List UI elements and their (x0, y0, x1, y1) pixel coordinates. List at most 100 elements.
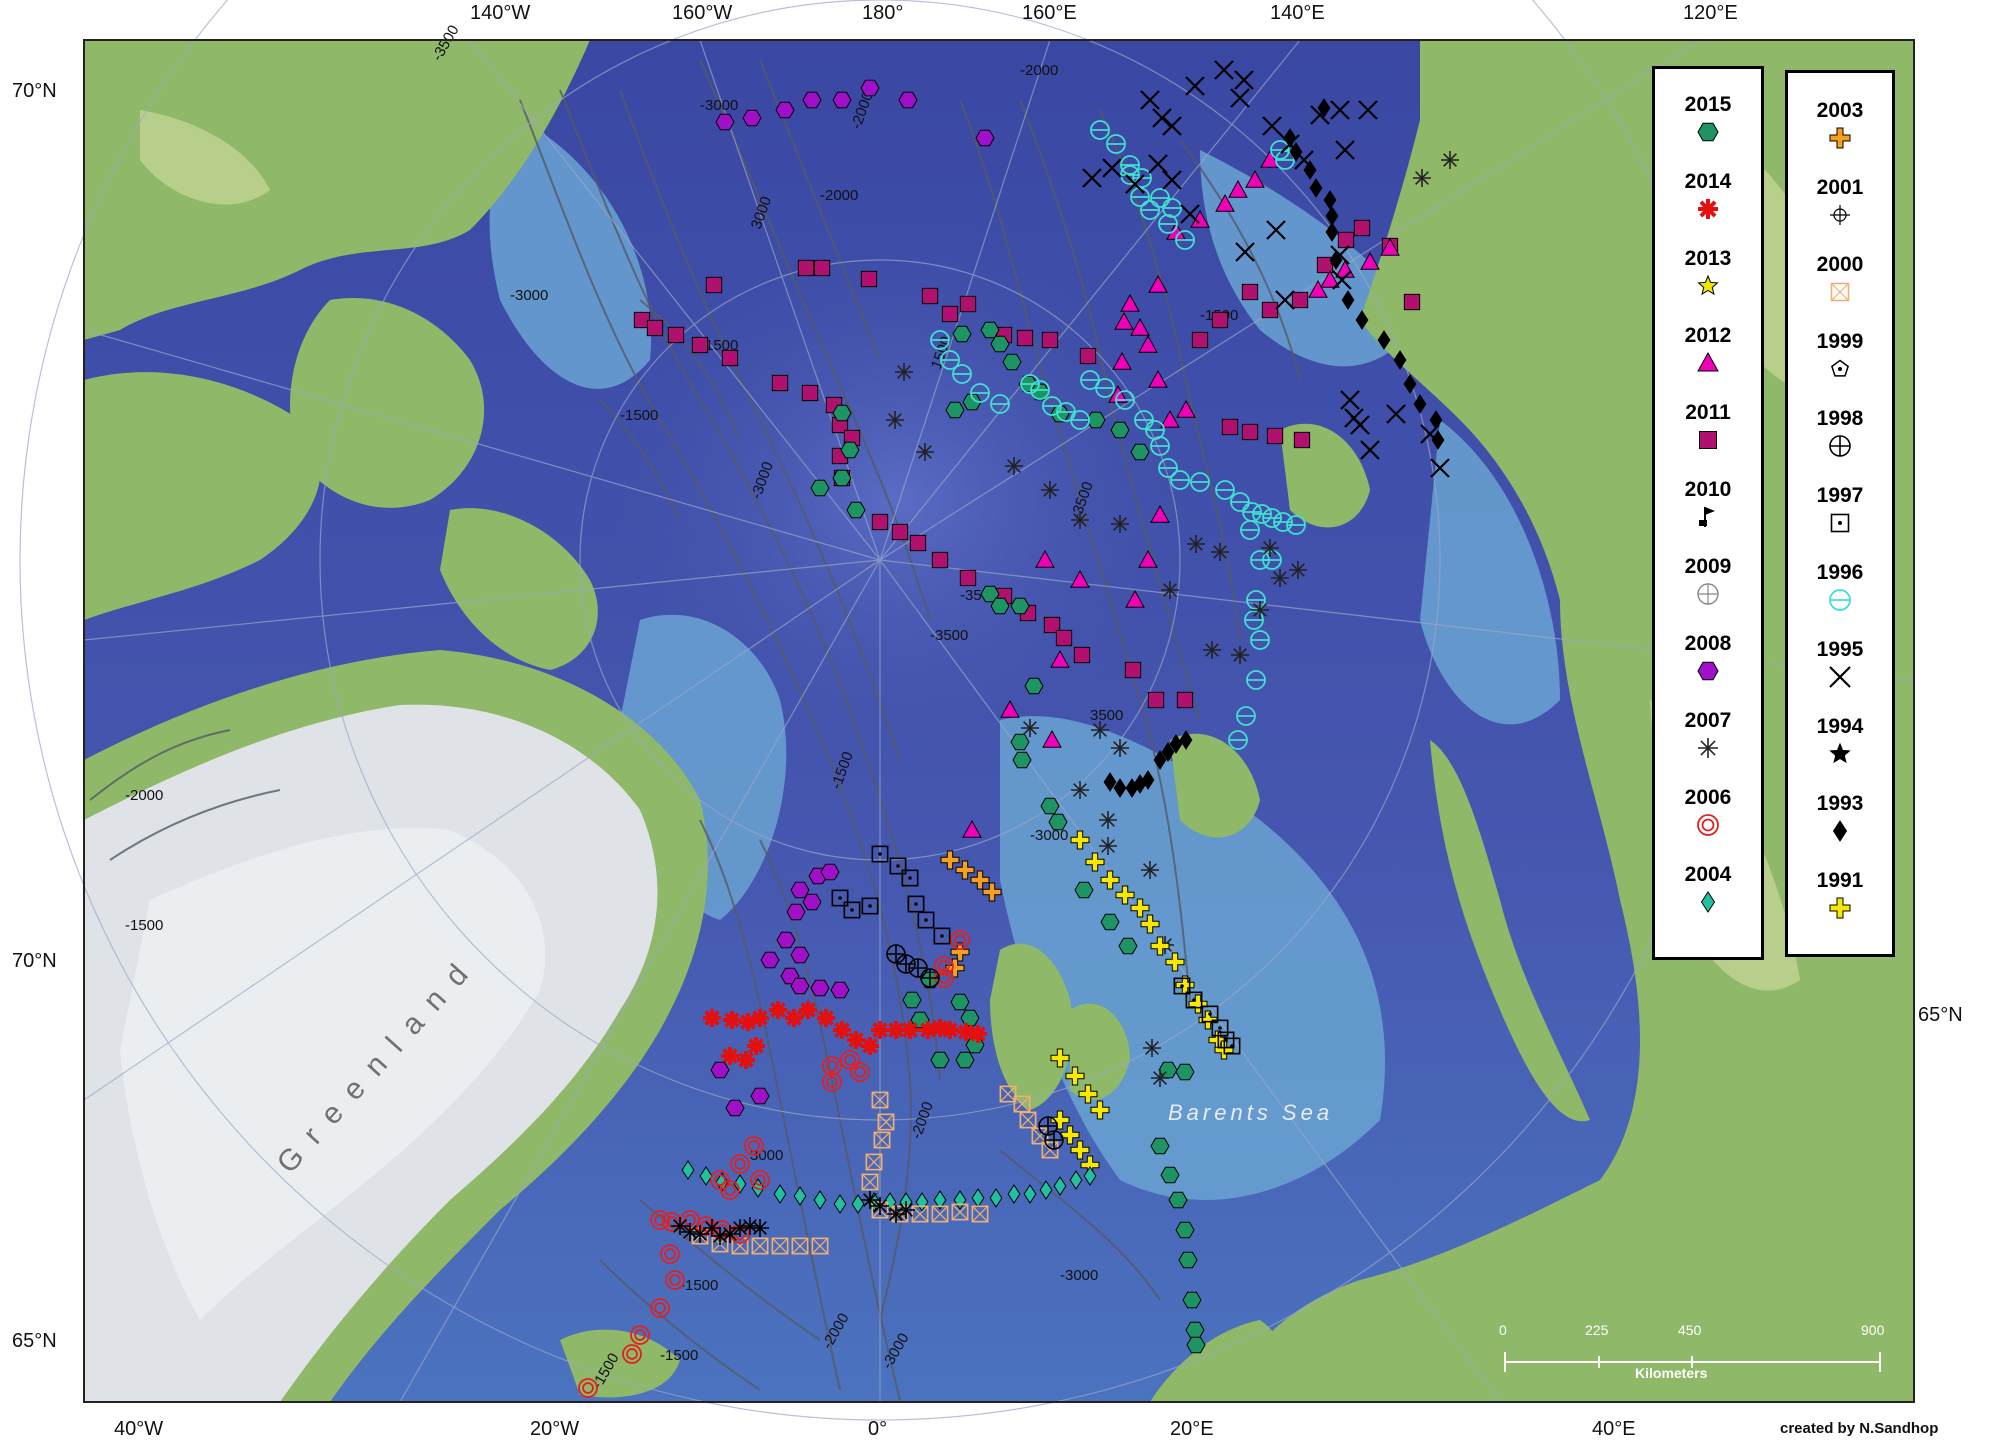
legend-entry: 1993 (1788, 792, 1892, 846)
observation-marker (751, 1009, 769, 1027)
legend-entry: 2009 (1655, 555, 1761, 609)
observation-marker (1111, 739, 1129, 757)
observation-marker (1040, 797, 1060, 815)
observation-marker (950, 993, 970, 1011)
legend-year: 1994 (1816, 715, 1864, 738)
legend-marker-icon (1697, 814, 1719, 836)
observation-marker (908, 958, 928, 978)
observation-marker (1024, 677, 1044, 695)
observation-marker (1012, 751, 1032, 769)
observation-marker (980, 321, 1000, 339)
legend-marker-icon (1697, 122, 1719, 142)
observation-marker (1124, 661, 1142, 679)
observation-marker (959, 295, 977, 313)
observation-marker (1130, 443, 1150, 461)
legend-marker-icon (1831, 359, 1849, 377)
legend-entry: 1995 (1788, 638, 1892, 692)
legend-entry: 2000 (1788, 253, 1892, 307)
top-axis-label: 140°E (1270, 2, 1325, 24)
observation-marker (1261, 539, 1279, 557)
observation-marker (1203, 641, 1221, 659)
observation-marker (771, 374, 789, 392)
legend-marker-icon (1697, 583, 1719, 605)
legend-entry: 1994 (1788, 715, 1892, 769)
observation-marker (1185, 1321, 1205, 1339)
observation-marker (1168, 1191, 1188, 1209)
legend-entry: 2011 (1655, 401, 1761, 455)
legend-year: 2004 (1684, 863, 1732, 886)
bottom-axis-label: 20°W (530, 1418, 580, 1440)
bottom-axis-label: 40°W (114, 1418, 164, 1440)
legend-left: 2015 2014 2013 2012 2011 2010 2009 2008 2007 2006… (1652, 66, 1764, 960)
legend-marker-icon (1830, 282, 1850, 302)
observation-marker (895, 363, 913, 381)
observation-marker (909, 534, 927, 552)
observation-marker (833, 1021, 851, 1039)
bottom-axis-label: 0° (868, 1418, 888, 1440)
legend-marker-icon (1697, 351, 1719, 372)
observation-marker (802, 893, 822, 911)
observation-marker (769, 1001, 787, 1019)
legend-year: 2000 (1816, 253, 1864, 276)
observation-marker (1118, 937, 1138, 955)
observation-marker (1186, 1336, 1206, 1354)
legend-marker-icon (1829, 666, 1851, 688)
observation-marker (710, 1061, 730, 1079)
observation-marker (790, 977, 810, 995)
observation-marker (723, 1011, 741, 1029)
observation-marker (715, 113, 735, 131)
observation-marker (646, 319, 664, 337)
contour-label: -1500 (680, 1277, 718, 1294)
legend-marker-icon (1829, 589, 1851, 611)
observation-marker (1048, 813, 1068, 831)
scale-tick-label: 450 (1678, 1322, 1702, 1338)
legend-marker-icon (1698, 738, 1718, 758)
top-axis-label: 140°W (470, 2, 531, 24)
observation-marker (952, 325, 972, 343)
legend-entry: 1999 (1788, 330, 1892, 384)
observation-marker (1231, 646, 1249, 664)
legend-entry: 2004 (1655, 863, 1761, 917)
observation-marker (1261, 301, 1279, 319)
legend-entry: 2008 (1655, 632, 1761, 686)
legend-year: 1991 (1816, 869, 1864, 892)
observation-marker (1044, 1130, 1064, 1150)
observation-marker (896, 954, 916, 974)
observation-marker (775, 101, 795, 119)
legend-entry: 1996 (1788, 561, 1892, 615)
legend-year: 1998 (1816, 407, 1864, 430)
observation-marker (1091, 721, 1109, 739)
observation-marker (860, 270, 878, 288)
observation-marker (832, 91, 852, 109)
observation-marker (886, 944, 906, 964)
scale-unit-label: Kilometers (1635, 1365, 1708, 1381)
observation-marker (737, 1051, 755, 1069)
observation-marker (742, 109, 762, 127)
observation-marker (799, 1001, 817, 1019)
top-axis-label: 160°E (1022, 2, 1077, 24)
observation-marker (810, 479, 830, 497)
observation-marker (1441, 151, 1459, 169)
contour-label: 3500 (1090, 707, 1123, 724)
observation-marker (797, 259, 815, 277)
observation-marker (1073, 646, 1091, 664)
observation-marker (960, 1009, 980, 1027)
legend-entry: 2007 (1655, 709, 1761, 763)
contour-label: -1500 (620, 407, 658, 424)
observation-marker (1291, 291, 1309, 309)
observation-marker (902, 991, 922, 1009)
contour-label: -3000 (510, 287, 548, 304)
legend-year: 2014 (1684, 170, 1732, 193)
observation-marker (1016, 329, 1034, 347)
legend-year: 1999 (1816, 330, 1864, 353)
top-axis-label: 160°W (672, 2, 733, 24)
legend-entry: 1991 (1788, 869, 1892, 923)
observation-marker (1187, 535, 1205, 553)
legend-year: 2015 (1684, 93, 1732, 116)
legend-marker-icon (1700, 891, 1716, 913)
observation-marker (959, 569, 977, 587)
observation-marker (941, 305, 959, 323)
observation-marker (760, 951, 780, 969)
observation-marker (667, 326, 685, 344)
observation-marker (1111, 515, 1129, 533)
